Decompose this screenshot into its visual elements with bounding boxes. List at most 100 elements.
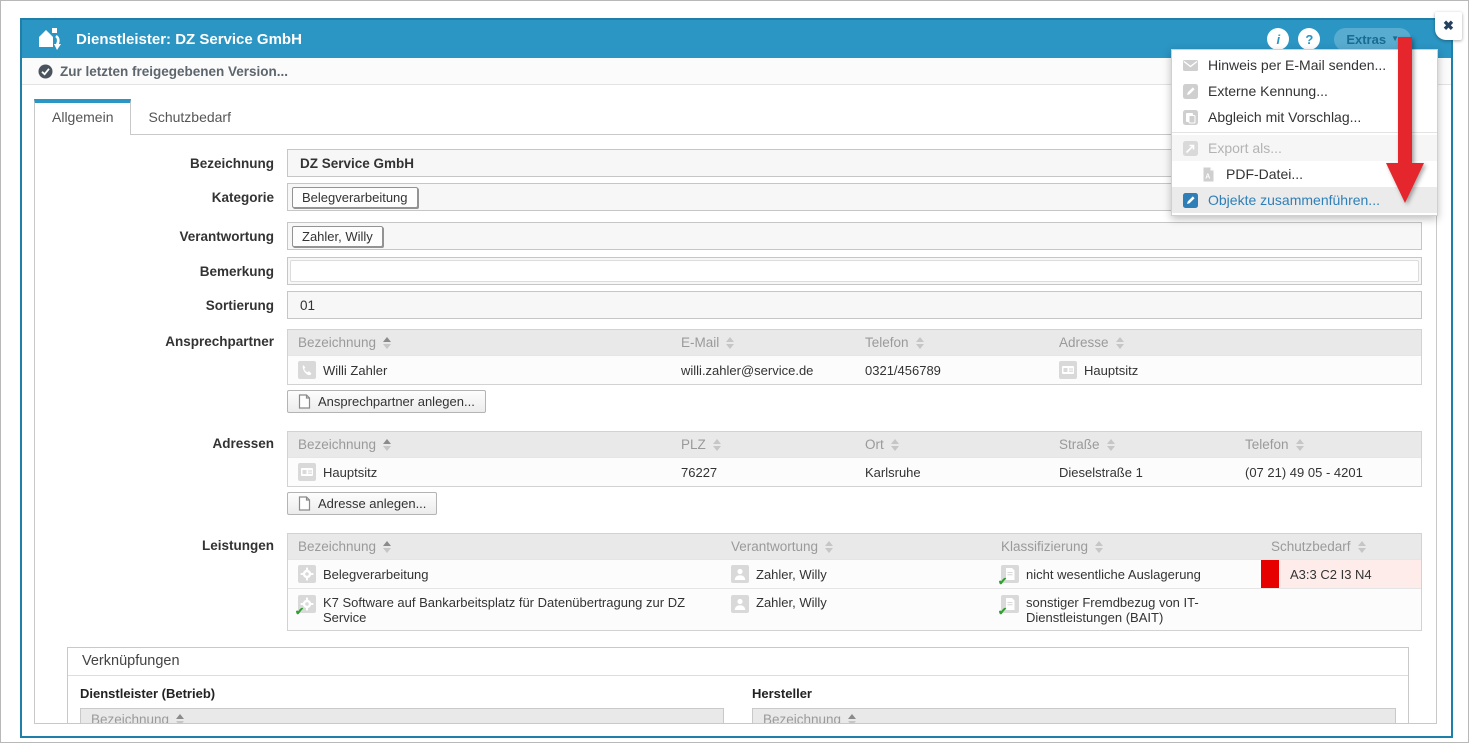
- extras-button-label: Extras: [1346, 32, 1386, 47]
- form-row-ansprechpartner: Ansprechpartner Bezeichnung E-Mail Telef…: [47, 329, 1422, 425]
- new-document-icon: [298, 394, 311, 409]
- sort-icon: [726, 337, 734, 349]
- sort-icon: [1296, 439, 1304, 451]
- leistungen-table: Bezeichnung Verantwortung Klassifizierun…: [287, 533, 1422, 631]
- merge-edit-icon: [1182, 192, 1199, 209]
- verantwortung-field[interactable]: Zahler, Willy: [287, 222, 1422, 250]
- adresse-telefon: (07 21) 49 05 - 4201: [1245, 465, 1363, 480]
- sort-icon: [916, 337, 924, 349]
- column-header-label: Ort: [865, 437, 884, 452]
- menu-item-label: Hinweis per E-Mail senden...: [1208, 57, 1386, 73]
- column-header-plz[interactable]: PLZ: [671, 432, 855, 457]
- contact-adresse: Hauptsitz: [1084, 363, 1138, 378]
- leistung-bezeichnung: K7 Software auf Bankarbeitsplatz für Dat…: [323, 595, 711, 625]
- column-header-label: Schutzbedarf: [1271, 539, 1351, 554]
- contact-phone-icon: [298, 361, 316, 379]
- column-header-bezeichnung[interactable]: Bezeichnung: [80, 708, 724, 724]
- sort-icon: [1107, 439, 1115, 451]
- sort-icon: [848, 714, 856, 725]
- content-panel: Bezeichnung Kategorie Belegverarbeitung …: [34, 134, 1437, 724]
- tab-allgemein[interactable]: Allgemein: [34, 99, 131, 135]
- schutzbedarf-level-indicator: [1261, 560, 1279, 588]
- sortierung-field[interactable]: [287, 291, 1422, 319]
- column-header-adresse[interactable]: Adresse: [1049, 330, 1421, 355]
- adresse-row[interactable]: Hauptsitz 76227 Karlsruhe Dieselstraße 1…: [288, 457, 1421, 486]
- page-background: Dienstleister: DZ Service GmbH i ? Extra…: [0, 0, 1469, 743]
- menu-item-hinweis-per-email[interactable]: Hinweis per E-Mail senden...: [1172, 52, 1437, 78]
- column-header-telefon[interactable]: Telefon: [855, 330, 1049, 355]
- adresse-plz: 76227: [681, 465, 717, 480]
- kategorie-chip[interactable]: Belegverarbeitung: [292, 187, 418, 208]
- column-header-bezeichnung[interactable]: Bezeichnung: [288, 330, 671, 355]
- help-button[interactable]: ?: [1298, 28, 1320, 50]
- menu-separator: [1172, 132, 1437, 133]
- field-label-bezeichnung: Bezeichnung: [47, 149, 287, 171]
- column-header-verantwortung[interactable]: Verantwortung: [721, 534, 991, 559]
- verknuepfungen-panel: Verknüpfungen Dienstleister (Betrieb) Be…: [67, 647, 1409, 724]
- bemerkung-input[interactable]: [290, 260, 1419, 282]
- sort-icon: [1095, 541, 1103, 553]
- copy-icon: [1182, 109, 1199, 126]
- adresse-strasse: Dieselstraße 1: [1059, 465, 1143, 480]
- column-header-bezeichnung[interactable]: Bezeichnung: [288, 432, 671, 457]
- field-label-leistungen: Leistungen: [47, 533, 287, 553]
- extras-button[interactable]: Extras ▼: [1334, 28, 1411, 51]
- person-icon: [731, 565, 749, 583]
- sort-icon: [825, 541, 833, 553]
- column-header-label: Telefon: [865, 335, 909, 350]
- tab-allgemein-label: Allgemein: [52, 109, 113, 125]
- column-header-telefon[interactable]: Telefon: [1235, 432, 1421, 457]
- field-label-kategorie: Kategorie: [47, 183, 287, 205]
- verantwortung-chip[interactable]: Zahler, Willy: [292, 226, 383, 247]
- leistung-row[interactable]: Belegverarbeitung Zahler, Willy: [288, 559, 1421, 588]
- adresse-bezeichnung: Hauptsitz: [323, 465, 377, 480]
- sort-icon: [1358, 541, 1366, 553]
- gear-icon: ✔: [298, 595, 316, 613]
- contact-telefon: 0321/456789: [865, 363, 941, 378]
- new-document-icon: [298, 496, 311, 511]
- menu-item-label: Objekte zusammenführen...: [1208, 192, 1380, 208]
- menu-item-label: Export als...: [1208, 140, 1282, 156]
- tab-schutzbedarf[interactable]: Schutzbedarf: [131, 100, 248, 135]
- info-button[interactable]: i: [1267, 28, 1289, 50]
- leistung-klassifizierung: sonstiger Fremdbezug von IT-Dienstleistu…: [1026, 595, 1251, 625]
- classification-document-icon: ✔: [1001, 565, 1019, 583]
- menu-item-export-als: Export als...: [1172, 135, 1437, 161]
- check-icon: ✔: [295, 605, 304, 618]
- column-header-bezeichnung[interactable]: Bezeichnung: [752, 708, 1396, 724]
- column-header-klassifizierung[interactable]: Klassifizierung: [991, 534, 1261, 559]
- field-label-bemerkung: Bemerkung: [47, 257, 287, 279]
- sort-icon: [176, 714, 184, 725]
- column-header-schutzbedarf[interactable]: Schutzbedarf: [1261, 534, 1421, 559]
- menu-item-pdf-datei[interactable]: A PDF-Datei...: [1172, 161, 1437, 187]
- linked-hersteller: Hersteller Bezeichnung: [752, 686, 1396, 724]
- adressen-table: Bezeichnung PLZ Ort Straße Telefon: [287, 431, 1422, 487]
- sort-icon: [713, 439, 721, 451]
- field-label-verantwortung: Verantwortung: [47, 222, 287, 244]
- address-card-icon: [298, 463, 316, 481]
- caret-down-icon: ▼: [1391, 35, 1399, 43]
- ansprechpartner-table-header: Bezeichnung E-Mail Telefon Adresse: [288, 330, 1421, 355]
- menu-item-externe-kennung[interactable]: Externe Kennung...: [1172, 78, 1437, 104]
- menu-item-abgleich-vorschlag[interactable]: Abgleich mit Vorschlag...: [1172, 104, 1437, 130]
- menu-item-objekte-zusammenfuehren[interactable]: Objekte zusammenführen...: [1172, 187, 1437, 213]
- column-header-label: PLZ: [681, 437, 706, 452]
- add-ansprechpartner-button[interactable]: Ansprechpartner anlegen...: [287, 390, 486, 413]
- linked-table-label: Dienstleister (Betrieb): [80, 686, 724, 701]
- close-button[interactable]: ✖: [1435, 12, 1462, 40]
- sort-icon: [383, 439, 391, 451]
- ansprechpartner-row[interactable]: Willi Zahler willi.zahler@service.de 032…: [288, 355, 1421, 384]
- column-header-email[interactable]: E-Mail: [671, 330, 855, 355]
- column-header-label: E-Mail: [681, 335, 719, 350]
- envelope-icon: [1182, 57, 1199, 74]
- leistung-row[interactable]: ✔ K7 Software auf Bankarbeitsplatz für D…: [288, 588, 1421, 630]
- column-header-label: Bezeichnung: [298, 437, 376, 452]
- column-header-strasse[interactable]: Straße: [1049, 432, 1235, 457]
- sort-icon: [383, 541, 391, 553]
- check-icon: ✔: [998, 575, 1007, 588]
- column-header-ort[interactable]: Ort: [855, 432, 1049, 457]
- add-adresse-button[interactable]: Adresse anlegen...: [287, 492, 437, 515]
- column-header-label: Bezeichnung: [763, 712, 841, 724]
- column-header-bezeichnung[interactable]: Bezeichnung: [288, 534, 721, 559]
- add-ansprechpartner-label: Ansprechpartner anlegen...: [318, 394, 475, 409]
